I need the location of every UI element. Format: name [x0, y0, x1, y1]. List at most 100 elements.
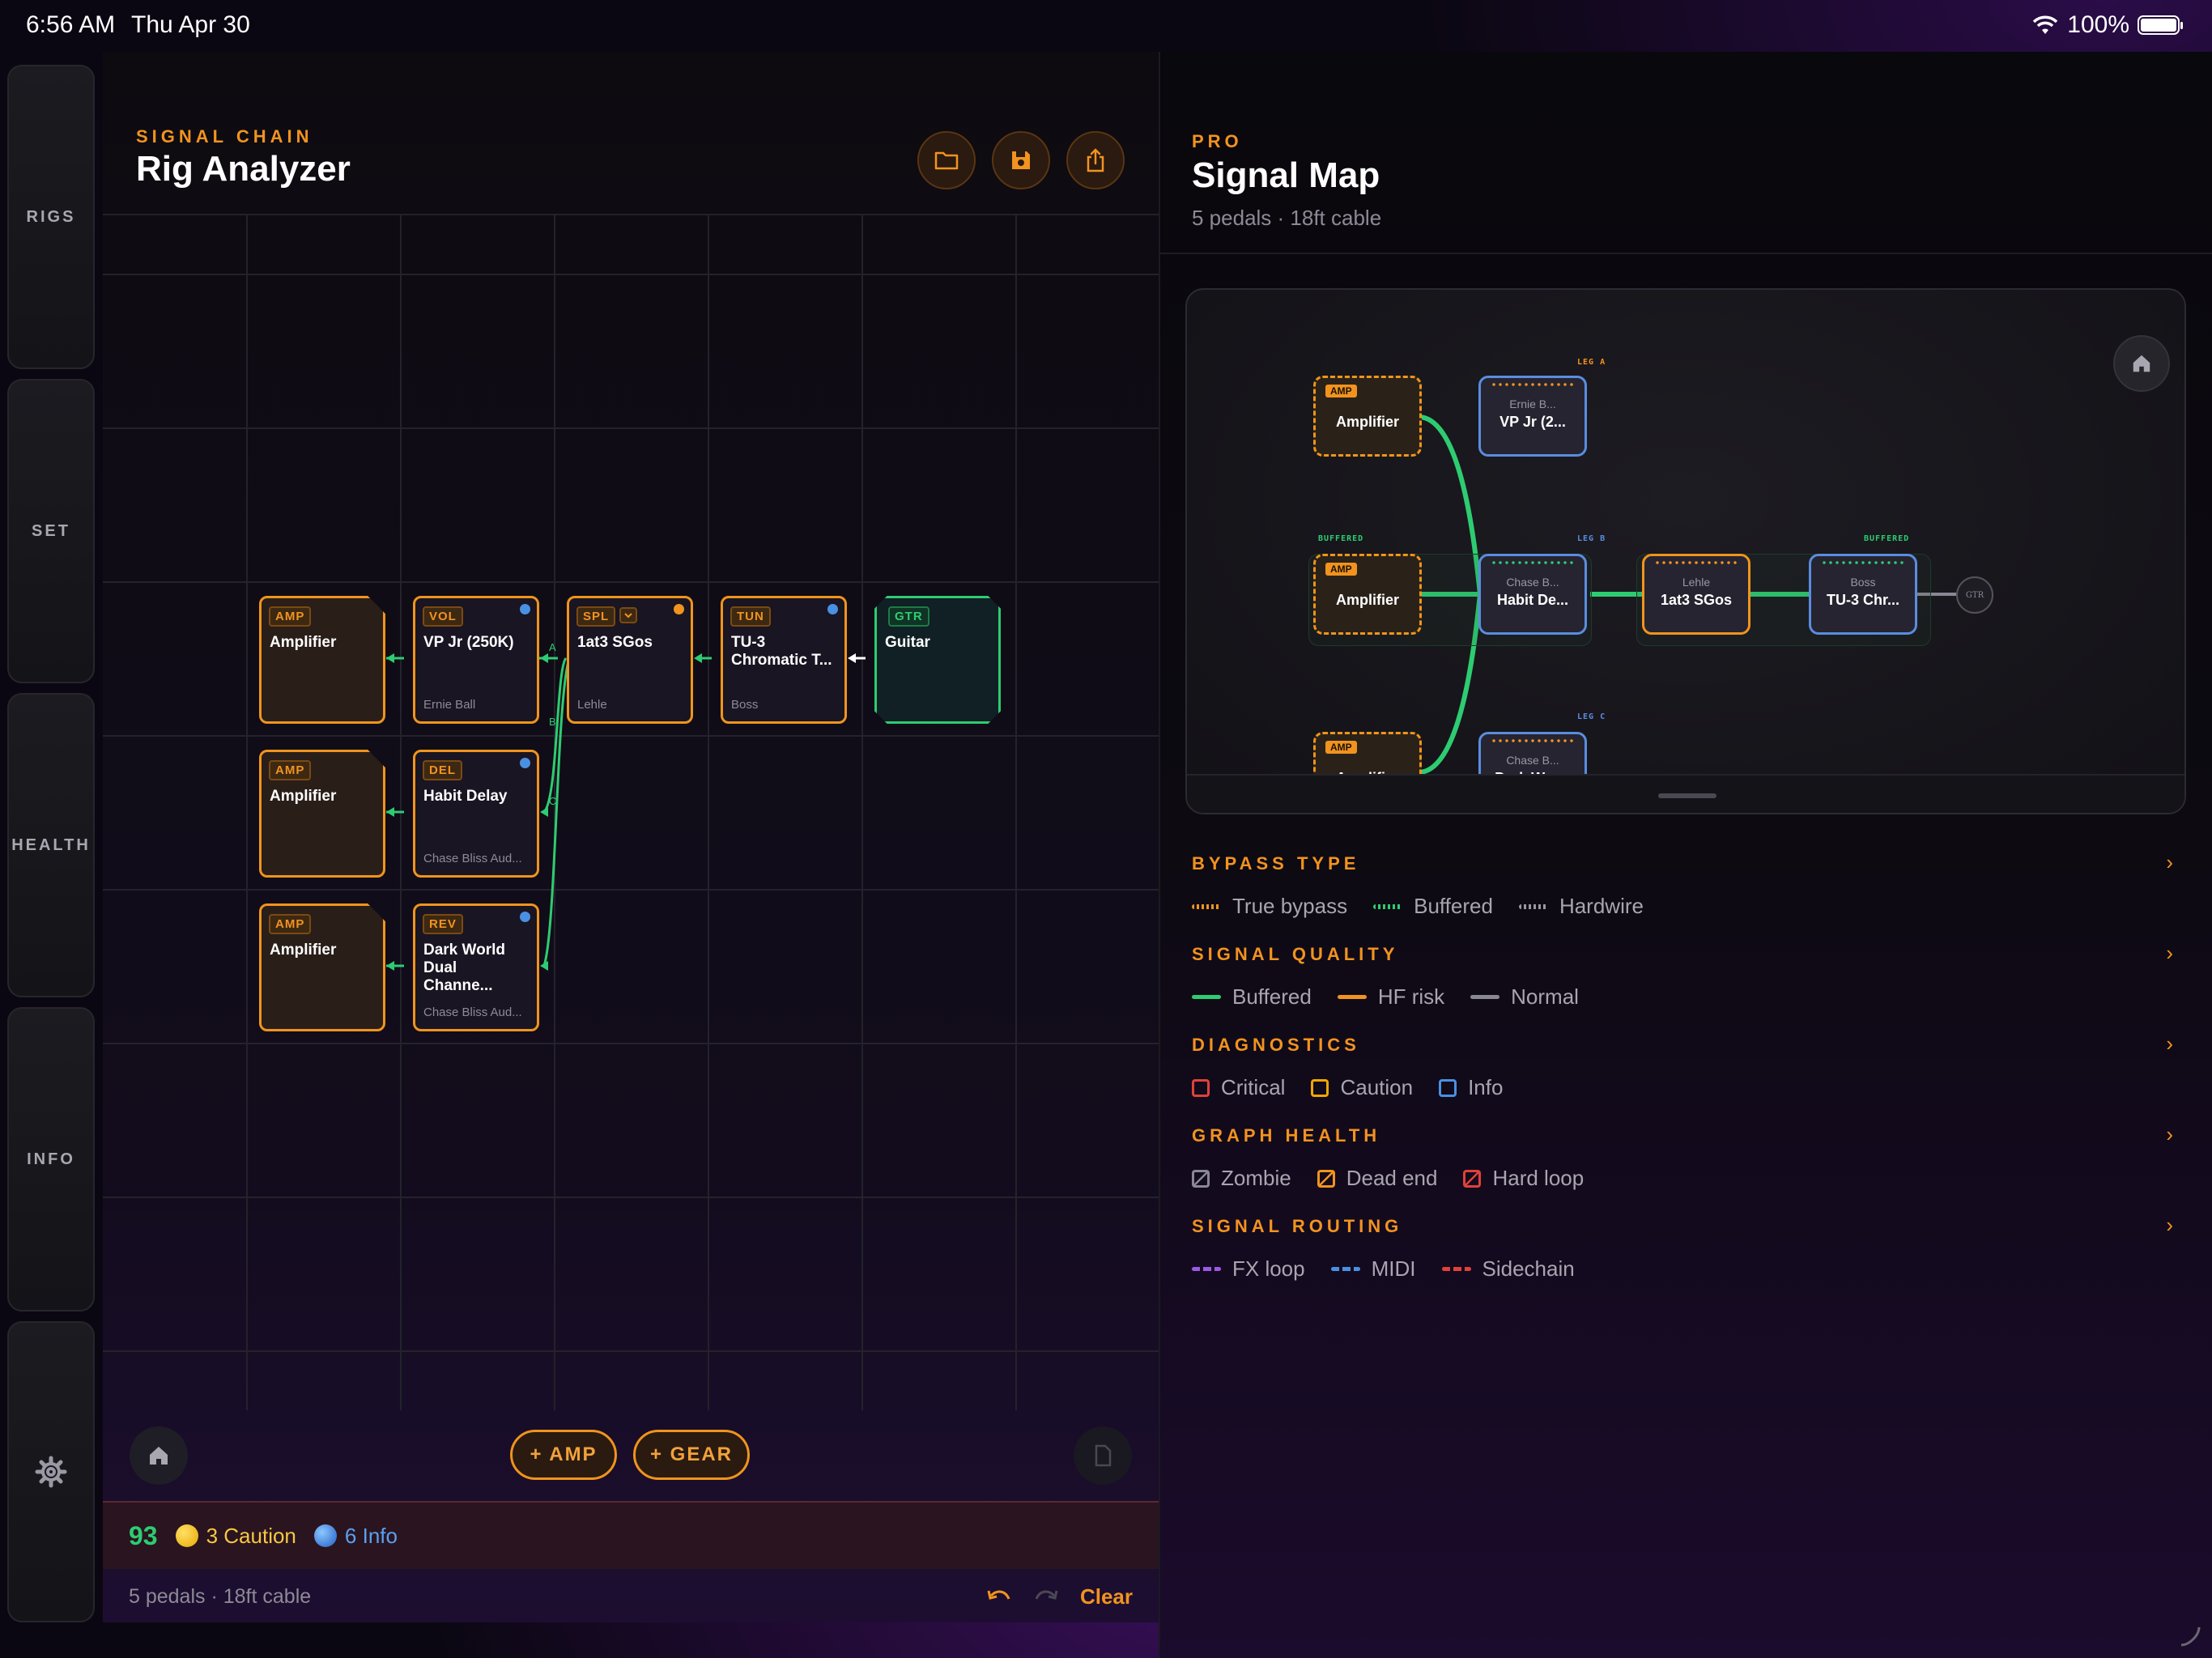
sidebar-tab-set[interactable]: SET: [7, 379, 95, 683]
undo-icon[interactable]: [986, 1588, 1012, 1605]
info-dot: [520, 604, 530, 614]
chevron-right-icon[interactable]: ›: [2166, 850, 2173, 875]
add-gear-button[interactable]: + GEAR: [633, 1430, 750, 1480]
sidebar-tab-rigs[interactable]: RIGS: [7, 65, 95, 369]
legend-label: Buffered: [1414, 894, 1493, 918]
chevron-down-icon[interactable]: [619, 607, 637, 623]
node-amplifier[interactable]: AMP Amplifier: [259, 750, 385, 878]
home-icon: [2133, 355, 2150, 372]
chevron-right-icon[interactable]: ›: [2166, 1031, 2173, 1056]
open-button[interactable]: [917, 131, 976, 189]
info-icon: [313, 1524, 337, 1547]
node-name: Guitar: [885, 634, 930, 651]
node-brand: Boss: [731, 698, 759, 712]
chevron-right-icon[interactable]: ›: [2166, 1122, 2173, 1147]
leg-c-label: LEG C: [1577, 712, 1606, 721]
node-pedal[interactable]: REV Dark World Dual Channe... Chase Blis…: [413, 903, 539, 1031]
node-guitar[interactable]: GTR Guitar: [874, 596, 1001, 724]
map-amp-node[interactable]: AMP Amplifier: [1313, 376, 1422, 457]
map-guitar-node[interactable]: GTR: [1956, 576, 1993, 614]
legend-label: Hard loop: [1492, 1166, 1585, 1190]
map-node-brand: Chase B...: [1506, 576, 1559, 589]
map-drawer-handle-area[interactable]: [1187, 774, 2184, 813]
info-dot: [827, 604, 838, 614]
chain-summary: 5 pedals · 18ft cable: [129, 1584, 312, 1608]
drag-handle[interactable]: [1658, 793, 1716, 798]
map-node-brand: Chase B...: [1506, 754, 1559, 767]
chevron-right-icon[interactable]: ›: [2166, 1213, 2173, 1238]
node-badge: AMP: [269, 606, 312, 627]
leg-label-c: C: [549, 795, 557, 807]
node-badge: TUN: [730, 606, 771, 627]
legend-label: Sidechain: [1482, 1256, 1575, 1281]
map-node-name: TU-3 Chr...: [1826, 592, 1899, 608]
legend-label: Zombie: [1221, 1166, 1291, 1190]
share-button[interactable]: [1066, 131, 1125, 189]
map-amp-node[interactable]: AMP Amplifier: [1313, 554, 1422, 635]
node-name: 1at3 SGos: [577, 634, 653, 651]
dead-end-swatch: [1317, 1169, 1335, 1188]
caution-label: 3 Caution: [206, 1523, 296, 1548]
buffered-line-swatch: [1192, 995, 1221, 999]
resize-corner-icon[interactable]: [2178, 1624, 2202, 1648]
map-home-button[interactable]: [2113, 335, 2170, 392]
map-amp-name: Amplifier: [1335, 414, 1399, 430]
node-name: Dark World Dual Channe...: [423, 942, 506, 994]
map-lehle-node[interactable]: Lehle 1at3 SGos: [1642, 554, 1750, 635]
map-node-brand: Lehle: [1682, 576, 1711, 589]
info-label: 6 Info: [344, 1523, 398, 1548]
node-brand: Ernie Ball: [423, 698, 476, 712]
battery-icon: [2138, 15, 2183, 35]
caution-count[interactable]: 3 Caution: [175, 1523, 296, 1549]
sidebar-tab-health[interactable]: HEALTH: [7, 693, 95, 997]
legend-heading-bypass: BYPASS TYPE: [1192, 853, 1360, 874]
node-amplifier[interactable]: AMP Amplifier: [259, 596, 385, 724]
legend-label: HF risk: [1377, 984, 1445, 1009]
true-bypass-swatch: [1192, 903, 1221, 909]
legend-label: Info: [1468, 1075, 1504, 1099]
health-score: 93: [129, 1520, 158, 1550]
home-button[interactable]: [130, 1426, 188, 1485]
bypass-dots: [1654, 561, 1738, 564]
chevron-right-icon[interactable]: ›: [2166, 941, 2173, 966]
legend-label: Critical: [1221, 1075, 1286, 1099]
node-pedal[interactable]: TUN TU-3 Chromatic T... Boss: [721, 596, 847, 724]
node-pedal[interactable]: SPL 1at3 SGos Lehle: [567, 596, 693, 724]
info-count[interactable]: 6 Info: [313, 1523, 398, 1549]
zombie-swatch: [1192, 1169, 1210, 1188]
add-amp-button[interactable]: + AMP: [510, 1430, 617, 1480]
caution-icon: [175, 1524, 198, 1547]
map-amp-name: Amplifier: [1335, 592, 1399, 608]
share-icon: [1087, 148, 1104, 172]
map-habit-node[interactable]: Chase B... Habit De...: [1478, 554, 1587, 635]
bypass-dots: [1491, 561, 1575, 564]
map-amp-badge: AMP: [1325, 741, 1357, 754]
battery-percent: 100%: [2067, 11, 2129, 38]
section-kicker: SIGNAL CHAIN: [136, 126, 313, 147]
node-name: Amplifier: [270, 788, 337, 805]
status-right: 100%: [2031, 11, 2183, 39]
save-icon: [1012, 151, 1030, 169]
leg-label-a: A: [549, 641, 556, 653]
clear-button[interactable]: Clear: [1080, 1584, 1133, 1609]
node-pedal[interactable]: DEL Habit Delay Chase Bliss Aud...: [413, 750, 539, 878]
node-pedal[interactable]: VOL VP Jr (250K) Ernie Ball: [413, 596, 539, 724]
redo-icon[interactable]: [1033, 1588, 1059, 1605]
sidebar-tab-info[interactable]: INFO: [7, 1007, 95, 1312]
map-vp-node[interactable]: Ernie B... VP Jr (2...: [1478, 376, 1587, 457]
node-badge: SPL: [576, 606, 616, 627]
legend-label: Normal: [1511, 984, 1579, 1009]
bypass-dots: [1821, 561, 1905, 564]
signal-map-card[interactable]: LEG A LEG B LEG C BUFFERED BUFFERED AMP A…: [1185, 288, 2186, 814]
map-boss-node[interactable]: Boss TU-3 Chr...: [1809, 554, 1917, 635]
legend-row-signal-routing: FX loop MIDI Sidechain: [1192, 1256, 1601, 1282]
bypass-dots: [1491, 739, 1575, 742]
node-name: TU-3 Chromatic T...: [731, 634, 832, 669]
node-amplifier[interactable]: AMP Amplifier: [259, 903, 385, 1031]
settings-button[interactable]: [7, 1321, 95, 1622]
map-node-name: 1at3 SGos: [1660, 592, 1733, 608]
pro-kicker: PRO: [1192, 131, 1243, 151]
save-button[interactable]: [992, 131, 1050, 189]
health-summary-bar[interactable]: 93 3 Caution 6 Info: [103, 1501, 1159, 1569]
export-doc-button[interactable]: [1074, 1426, 1132, 1485]
